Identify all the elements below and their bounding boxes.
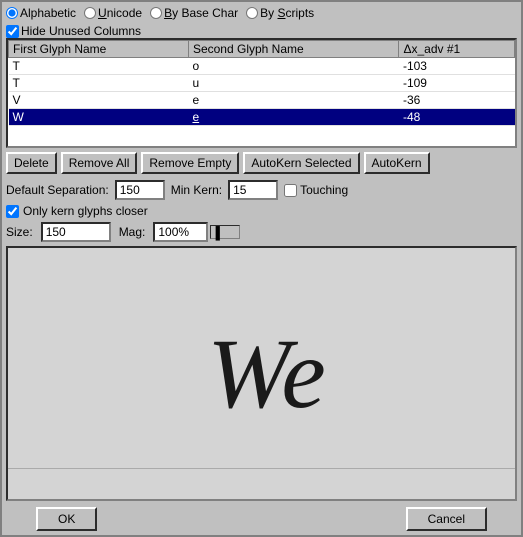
cell-delta: -36 [399,92,515,109]
preview-baseline [8,468,515,469]
bybasechar-option[interactable]: By Base Char [150,6,238,20]
kern-table: First Glyph Name Second Glyph Name Δx_ad… [8,40,515,126]
only-kern-checkbox[interactable] [6,205,19,218]
cell-second: o [188,58,399,75]
table-row[interactable]: T u -109 [9,75,515,92]
only-kern-row[interactable]: Only kern glyphs closer [6,204,517,218]
autokern-selected-button[interactable]: AutoKern Selected [243,152,359,174]
min-kern-input[interactable] [228,180,278,200]
mag-input[interactable] [153,222,208,242]
cell-first: V [9,92,189,109]
preview-text: We [197,324,326,424]
cancel-button[interactable]: Cancel [406,507,487,531]
cell-first: T [9,58,189,75]
default-separation-input[interactable] [115,180,165,200]
cell-first: T [9,75,189,92]
touching-checkbox[interactable] [284,184,297,197]
table-row[interactable]: V e -36 [9,92,515,109]
only-kern-label: Only kern glyphs closer [23,204,148,218]
byscripts-option[interactable]: By Scripts [246,6,314,20]
cell-second: u [188,75,399,92]
delete-button[interactable]: Delete [6,152,57,174]
bottom-buttons: OK Cancel [6,507,517,531]
separation-row: Default Separation: Min Kern: Touching [6,180,517,200]
hide-unused-label: Hide Unused Columns [21,24,141,38]
kern-table-container: First Glyph Name Second Glyph Name Δx_ad… [6,38,517,148]
action-buttons: Delete Remove All Remove Empty AutoKern … [6,152,517,174]
remove-all-button[interactable]: Remove All [61,152,138,174]
min-kern-label: Min Kern: [171,183,222,197]
cell-first: W [9,109,189,126]
cell-delta: -48 [399,109,515,126]
cell-second: e [188,92,399,109]
mag-slider[interactable]: ▐ [210,225,240,239]
mag-label: Mag: [119,225,146,239]
autokern-button[interactable]: AutoKern [364,152,430,174]
remove-empty-button[interactable]: Remove Empty [141,152,239,174]
size-mag-row: Size: Mag: ▐ [6,222,517,242]
touching-row: Touching [284,183,348,197]
size-label: Size: [6,225,33,239]
default-separation-label: Default Separation: [6,183,109,197]
kern-table-scroll[interactable]: First Glyph Name Second Glyph Name Δx_ad… [8,40,515,146]
cell-delta: -109 [399,75,515,92]
alphabetic-option[interactable]: Alphabetic [6,6,76,20]
table-row[interactable]: W e -48 [9,109,515,126]
touching-label: Touching [300,183,348,197]
ok-button[interactable]: OK [36,507,97,531]
hide-unused-checkbox[interactable] [6,25,19,38]
col-first-glyph: First Glyph Name [9,41,189,58]
size-input[interactable] [41,222,111,242]
hide-unused-row[interactable]: Hide Unused Columns [6,24,517,38]
sort-options-bar: Alphabetic Unicode By Base Char By Scrip… [6,6,517,20]
cell-delta: -103 [399,58,515,75]
table-row[interactable]: T o -103 [9,58,515,75]
preview-area: We [6,246,517,501]
unicode-option[interactable]: Unicode [84,6,142,20]
main-window: Alphabetic Unicode By Base Char By Scrip… [0,0,523,537]
mag-control: ▐ [153,222,240,242]
cell-second: e [188,109,399,126]
col-delta: Δx_adv #1 [399,41,515,58]
col-second-glyph: Second Glyph Name [188,41,399,58]
